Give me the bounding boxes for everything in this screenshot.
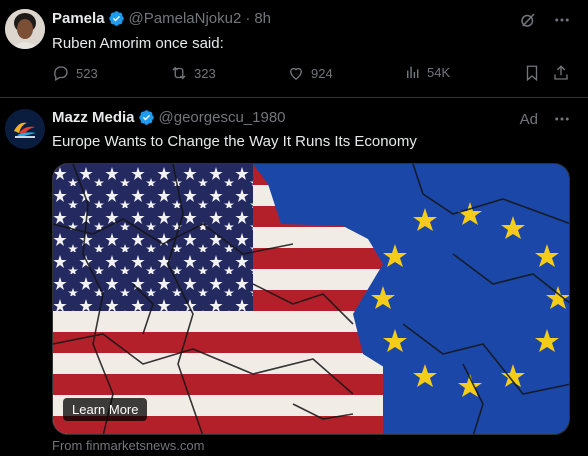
more-icon[interactable] bbox=[552, 10, 572, 30]
author-handle[interactable]: @georgescu_1980 bbox=[159, 109, 286, 126]
avatar[interactable] bbox=[5, 9, 45, 49]
reply-button[interactable]: 523 bbox=[52, 64, 98, 82]
tweet-top-actions: Ad bbox=[520, 109, 572, 129]
repost-count: 323 bbox=[194, 65, 216, 81]
repost-button[interactable]: 323 bbox=[170, 64, 216, 82]
tweet-text: Europe Wants to Change the Way It Runs I… bbox=[52, 133, 417, 150]
views-icon bbox=[407, 66, 419, 78]
ad-media-card[interactable]: Learn More bbox=[52, 163, 570, 435]
share-button[interactable] bbox=[552, 64, 576, 82]
tweet-top-actions bbox=[518, 10, 572, 30]
verified-badge-icon bbox=[138, 109, 155, 126]
tweet-header: Pamela @PamelaNjoku2 · 8h bbox=[52, 10, 271, 27]
tweet-actions: 523 323 924 54K bbox=[52, 64, 572, 84]
learn-more-button[interactable]: Learn More bbox=[63, 398, 148, 421]
like-button[interactable]: 924 bbox=[287, 64, 333, 82]
author-name[interactable]: Pamela bbox=[52, 10, 105, 27]
grok-icon[interactable] bbox=[518, 10, 538, 30]
tweet-pamela[interactable]: Pamela @PamelaNjoku2 · 8h Ruben Amorim o… bbox=[0, 0, 588, 98]
verified-badge-icon bbox=[108, 10, 125, 27]
tweet-text: Ruben Amorim once said: bbox=[52, 35, 224, 52]
like-icon bbox=[290, 67, 302, 80]
repost-icon bbox=[172, 66, 186, 80]
reply-count: 523 bbox=[76, 65, 98, 81]
like-count: 924 bbox=[311, 65, 333, 81]
cracked-usa-eu-flags-image bbox=[53, 164, 569, 434]
share-icon bbox=[554, 65, 568, 80]
reply-icon bbox=[54, 66, 68, 81]
timestamp[interactable]: 8h bbox=[254, 10, 271, 27]
view-count: 54K bbox=[427, 64, 451, 80]
tweet-ad-mazz-media[interactable]: Mazz Media @georgescu_1980 Ad Europe Wan… bbox=[0, 99, 588, 456]
more-icon[interactable] bbox=[552, 109, 572, 129]
avatar[interactable] bbox=[5, 109, 45, 149]
ad-source-link[interactable]: From finmarketsnews.com bbox=[52, 438, 204, 453]
ad-label: Ad bbox=[519, 110, 538, 128]
bookmark-icon bbox=[526, 65, 538, 82]
bookmark-button[interactable] bbox=[523, 64, 547, 82]
author-handle[interactable]: @PamelaNjoku2 bbox=[129, 10, 242, 27]
tweet-header: Mazz Media @georgescu_1980 bbox=[52, 109, 286, 126]
author-name[interactable]: Mazz Media bbox=[52, 109, 135, 126]
separator-dot: · bbox=[245, 10, 251, 27]
views-button[interactable]: 54K bbox=[405, 64, 450, 80]
